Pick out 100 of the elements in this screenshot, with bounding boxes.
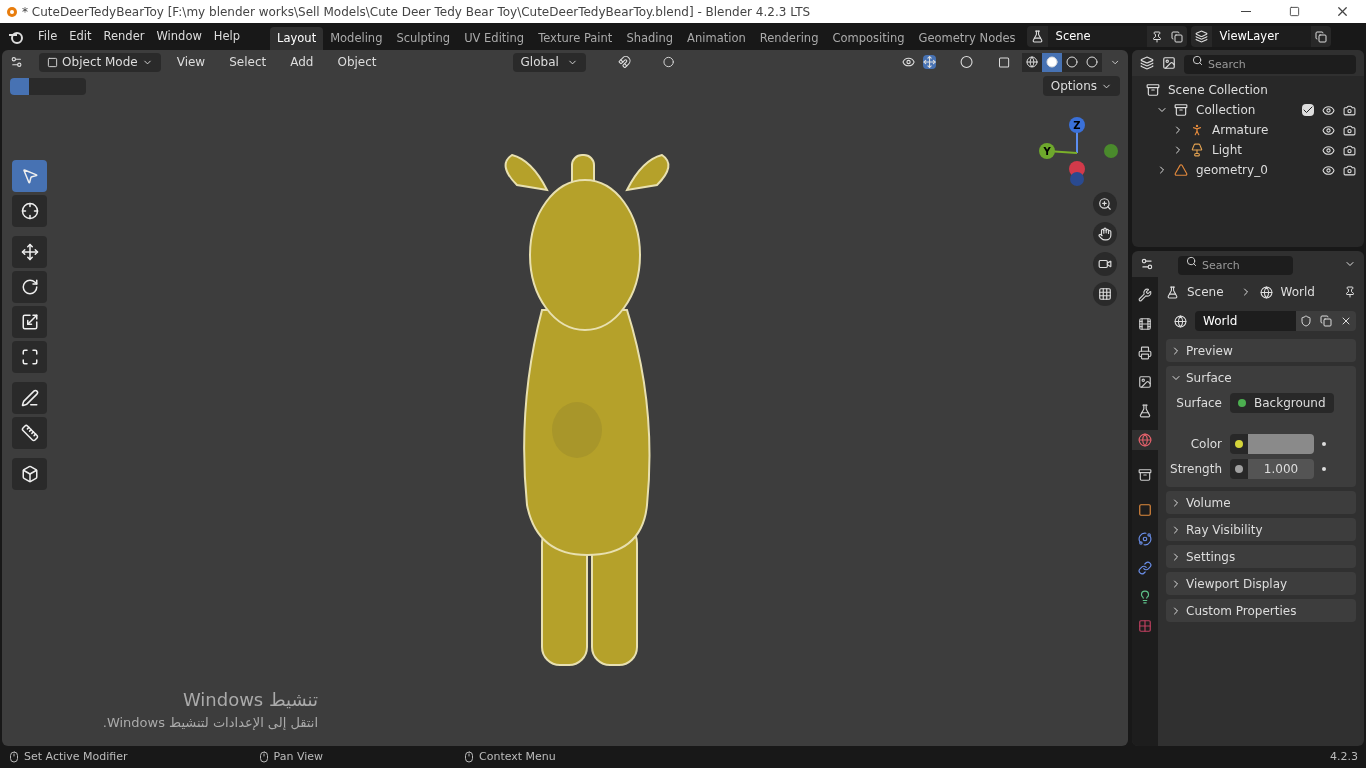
square-icon (1138, 503, 1152, 517)
eye-icon[interactable] (1322, 123, 1335, 137)
camera-icon[interactable] (1343, 163, 1356, 177)
orientation-dropdown[interactable]: Global (512, 52, 586, 72)
eye-icon[interactable] (1322, 163, 1335, 177)
number-field[interactable]: 1.000 (1248, 459, 1314, 479)
editor-type-icon[interactable] (10, 55, 24, 69)
panel-header[interactable]: Ray Visibility (1166, 518, 1356, 541)
shading-mode-button[interactable] (1081, 52, 1102, 72)
mode-dropdown[interactable]: Object Mode (39, 52, 161, 72)
duplicate-icon[interactable] (1320, 315, 1332, 327)
viewport-menu[interactable]: Object (329, 53, 385, 71)
options-dropdown[interactable]: Options (1042, 76, 1120, 96)
panel-header[interactable]: Preview (1166, 339, 1356, 362)
activation-message: انتقل إلى الإعدادات لتنشيط Windows. (102, 714, 318, 732)
pin-icon[interactable] (1344, 286, 1356, 298)
eye-icon[interactable] (1322, 103, 1335, 117)
workspace-tab[interactable]: Animation (680, 27, 753, 50)
gizmo-icon[interactable] (923, 55, 937, 69)
viewport-menu[interactable]: View (168, 53, 214, 71)
tool-button[interactable] (12, 306, 47, 338)
view-layer-selector[interactable]: ViewLayer (1190, 26, 1331, 47)
workspace-tab[interactable]: Geometry Nodes (911, 27, 1023, 50)
camera-icon[interactable] (1343, 143, 1356, 157)
outliner-item[interactable]: Armature (1212, 121, 1269, 139)
scene-selector[interactable]: Scene (1026, 26, 1187, 47)
xray-icon[interactable] (997, 55, 1010, 69)
selection-mode-group[interactable] (10, 77, 86, 95)
eye-icon[interactable] (1322, 143, 1335, 157)
field-label: Strength (1169, 461, 1223, 478)
display-mode-icon[interactable] (1162, 56, 1176, 70)
shield-icon[interactable] (1300, 315, 1312, 327)
magnet-icon[interactable] (617, 55, 631, 69)
pin-icon[interactable] (1150, 30, 1163, 43)
editor-type-icon[interactable] (1140, 257, 1154, 271)
outliner-item[interactable]: Scene Collection (1168, 81, 1268, 99)
tool-button[interactable] (12, 382, 47, 414)
zoom-button[interactable] (1093, 192, 1117, 216)
orbit-icon (1138, 532, 1152, 546)
ortho-toggle-button[interactable] (1093, 282, 1117, 306)
rotate-icon (20, 278, 39, 296)
workspace-tab[interactable]: Texture Paint (531, 27, 620, 50)
close-icon[interactable] (1340, 315, 1352, 327)
triangle-icon (1174, 163, 1188, 177)
camera-icon[interactable] (1343, 123, 1356, 137)
workspace-tab[interactable]: Modeling (323, 27, 390, 50)
menu-item[interactable]: Edit (63, 27, 98, 46)
menu-item[interactable]: Window (150, 27, 208, 46)
activation-title: تنشيط Windows (182, 688, 318, 712)
pan-button[interactable] (1093, 222, 1117, 246)
workspace-tab[interactable]: UV Editing (457, 27, 532, 50)
tool-button[interactable] (12, 458, 47, 490)
hand-icon (1098, 227, 1112, 241)
menu-item[interactable]: Render (97, 27, 151, 46)
window-title: * CuteDeerTedyBearToy [F:\my blender works\Sell Models\Cute Deer Tedy Bear Toy\CuteDeerTedyBearToy.blend] - Blender 4.2.3 LTS (22, 3, 811, 21)
viewport-menu[interactable]: Select (221, 53, 275, 71)
eye-icon[interactable] (902, 55, 916, 69)
mouse-icon (257, 751, 270, 763)
tool-button[interactable] (12, 341, 47, 373)
color-swatch[interactable] (1248, 434, 1314, 454)
duplicate-icon[interactable] (1314, 30, 1327, 43)
outliner-item[interactable]: geometry_0 (1196, 161, 1268, 179)
workspace-tab[interactable]: Shading (619, 27, 681, 50)
search-field[interactable]: Search (1184, 55, 1356, 74)
navigation-gizmo[interactable]: Z Y (1032, 113, 1122, 193)
rendered-sphere-icon (1085, 56, 1098, 68)
camera-icon[interactable] (1343, 103, 1356, 117)
panel-header[interactable]: Custom Properties (1166, 599, 1356, 622)
duplicate-icon[interactable] (1170, 30, 1183, 43)
move-arrows-icon (20, 243, 39, 261)
outliner-item[interactable]: Light (1212, 141, 1242, 159)
globe-icon (1259, 285, 1273, 299)
maximize-icon (1288, 6, 1300, 17)
shading-mode-button[interactable] (1041, 52, 1062, 72)
shading-mode-button[interactable] (1061, 52, 1082, 72)
editor-type-icon[interactable] (1140, 56, 1154, 70)
camera-view-button[interactable] (1093, 252, 1117, 276)
ruler-icon (20, 424, 39, 442)
viewport-menu[interactable]: Add (282, 53, 322, 71)
workspace-tab[interactable]: Sculpting (389, 27, 458, 50)
shading-mode-button[interactable] (1021, 52, 1042, 72)
tool-button[interactable] (12, 236, 47, 268)
tool-button[interactable] (12, 195, 47, 227)
tool-button[interactable] (12, 417, 47, 449)
workspace-tab[interactable]: Compositing (825, 27, 912, 50)
panel-header[interactable]: Surface (1166, 366, 1356, 389)
cube-icon (20, 465, 39, 483)
world-name-field[interactable]: World (1195, 311, 1296, 331)
workspace-tab[interactable]: Layout (270, 27, 324, 50)
menu-item[interactable]: File (32, 27, 64, 46)
panel-header[interactable]: Viewport Display (1166, 572, 1356, 595)
panel-header[interactable]: Volume (1166, 491, 1356, 514)
panel-header[interactable]: Settings (1166, 545, 1356, 568)
checkbox-icon[interactable] (1302, 104, 1314, 116)
globe-icon[interactable] (1174, 314, 1187, 328)
tool-button[interactable] (12, 271, 47, 303)
outliner-item[interactable]: Collection (1196, 101, 1256, 119)
workspace-tab[interactable]: Rendering (752, 27, 826, 50)
search-field[interactable]: Search (1178, 256, 1293, 275)
menu-item[interactable]: Help (207, 27, 247, 46)
